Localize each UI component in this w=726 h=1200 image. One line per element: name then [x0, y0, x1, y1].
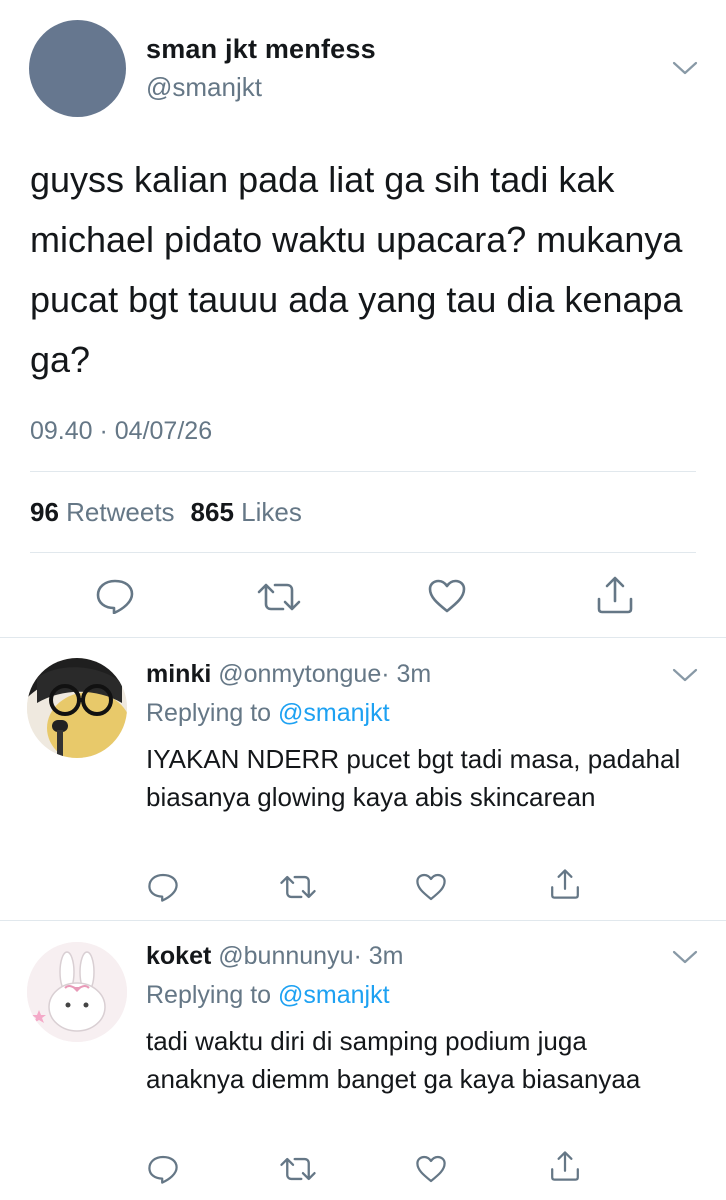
- likes-label[interactable]: Likes: [241, 497, 302, 527]
- share-icon[interactable]: [549, 1150, 581, 1187]
- reply-avatar[interactable]: [27, 942, 127, 1042]
- retweet-icon[interactable]: [279, 1156, 317, 1187]
- divider: [30, 471, 696, 472]
- tweet-timestamp[interactable]: 09.40 · 04/07/26: [30, 417, 212, 446]
- tweet-text: guyss kalian pada liat ga sih tadi kak m…: [30, 159, 683, 380]
- divider: [30, 552, 696, 553]
- divider: [0, 920, 726, 921]
- replying-to-handle[interactable]: @smanjkt: [278, 699, 390, 727]
- tweet-stats: 96 Retweets 865 Likes: [30, 497, 302, 528]
- replying-to: Replying to @smanjkt: [146, 699, 390, 728]
- reply-icon[interactable]: [147, 872, 179, 907]
- reply-time[interactable]: · 3m: [381, 660, 431, 688]
- author-avatar[interactable]: [29, 20, 126, 117]
- divider: [0, 637, 726, 638]
- author-handle[interactable]: @smanjkt: [146, 72, 262, 103]
- reply-time[interactable]: · 3m: [353, 942, 403, 970]
- heart-icon[interactable]: [415, 872, 447, 907]
- reply-text: IYAKAN NDERR pucet bgt tadi masa, padaha…: [146, 744, 681, 812]
- replying-to-label: Replying to: [146, 981, 272, 1009]
- retweet-icon[interactable]: [279, 874, 317, 905]
- reply-handle[interactable]: @onmytongue: [218, 660, 381, 688]
- retweets-label[interactable]: Retweets: [66, 497, 174, 527]
- share-icon[interactable]: [549, 868, 581, 905]
- tweet-detail-page: sman jkt menfess @smanjkt guyss kalian p…: [0, 0, 726, 1200]
- chevron-down-icon[interactable]: [672, 949, 698, 965]
- replying-to-label: Replying to: [146, 699, 272, 727]
- chevron-down-icon[interactable]: [672, 667, 698, 683]
- replying-to: Replying to @smanjkt: [146, 981, 390, 1010]
- heart-icon[interactable]: [427, 578, 467, 619]
- reply-display-name[interactable]: minki: [146, 660, 211, 688]
- replying-to-handle[interactable]: @smanjkt: [278, 981, 390, 1009]
- reply-icon[interactable]: [147, 1154, 179, 1189]
- reply-handle[interactable]: @bunnunyu: [218, 942, 353, 970]
- likes-count[interactable]: 865: [191, 497, 234, 527]
- share-icon[interactable]: [595, 575, 635, 620]
- chevron-down-icon[interactable]: [672, 60, 698, 76]
- reply-display-name[interactable]: koket: [146, 942, 211, 970]
- reply-header: minki @onmytongue· 3m: [146, 660, 431, 689]
- retweets-count[interactable]: 96: [30, 497, 59, 527]
- heart-icon[interactable]: [415, 1154, 447, 1189]
- reply-header: koket @bunnunyu· 3m: [146, 942, 403, 971]
- retweet-icon[interactable]: [256, 582, 302, 617]
- reply-text: tadi waktu diri di samping podium juga a…: [146, 1026, 641, 1094]
- author-display-name[interactable]: sman jkt menfess: [146, 34, 376, 65]
- reply-avatar[interactable]: [27, 658, 127, 758]
- reply-icon[interactable]: [95, 578, 135, 619]
